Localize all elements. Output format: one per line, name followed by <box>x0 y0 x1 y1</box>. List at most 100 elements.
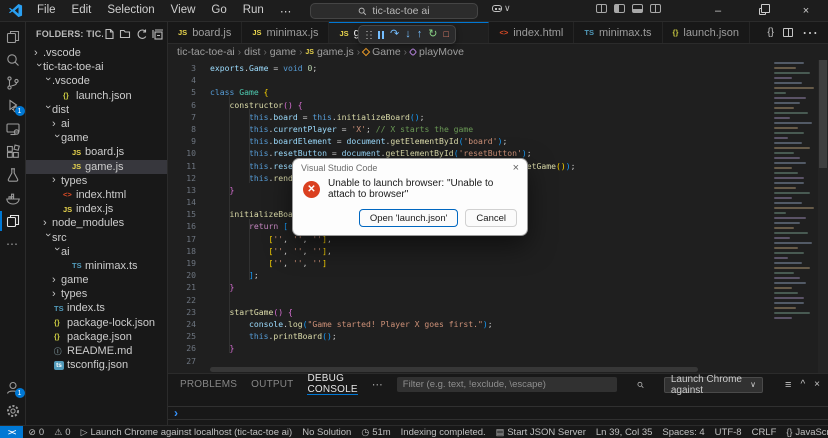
toggle-panel-icon[interactable] <box>632 4 643 13</box>
close-panel-icon[interactable]: × <box>814 379 820 390</box>
close-button[interactable]: × <box>784 0 828 22</box>
code-line-4[interactable]: 4 <box>168 74 768 86</box>
breadcrumb-tic-tac-toe-ai[interactable]: tic-tac-toe-ai <box>177 46 235 58</box>
activity-testing-button[interactable] <box>0 164 26 186</box>
code-line-8[interactable]: 8 this.currentPlayer = 'X'; // X starts … <box>168 123 768 135</box>
minimap[interactable] <box>772 62 818 365</box>
tree-item-ai[interactable]: ›ai <box>26 117 167 131</box>
tree-item-index.html[interactable]: <>index.html <box>26 188 167 202</box>
more-actions-icon[interactable]: ⋯ <box>802 23 818 43</box>
vertical-scrollbar[interactable] <box>818 60 828 373</box>
new-file-icon[interactable] <box>103 28 115 40</box>
status-debug[interactable]: ▷Launch Chrome against localhost (tic-ta… <box>76 426 298 438</box>
dialog-close-button[interactable]: × <box>513 162 519 174</box>
code-line-21[interactable]: 21 } <box>168 281 768 293</box>
refresh-icon[interactable] <box>135 28 147 40</box>
status-server[interactable]: ▤Start JSON Server <box>491 426 591 438</box>
tree-item-.vscode[interactable]: ›.vscode <box>26 46 167 60</box>
horizontal-scrollbar[interactable] <box>210 367 698 372</box>
activity-extensions-button[interactable] <box>0 141 26 163</box>
activity-docker-button[interactable] <box>0 187 26 209</box>
menu-view[interactable]: View <box>164 2 203 20</box>
tree-item-.vscode[interactable]: ›.vscode <box>26 74 167 88</box>
minimize-button[interactable]: – <box>696 0 740 22</box>
status-remote[interactable]: >< <box>0 426 23 438</box>
tree-item-game[interactable]: ›game <box>26 273 167 287</box>
menu-⋯[interactable]: ⋯ <box>273 2 299 20</box>
clear-console-icon[interactable]: ≡ <box>785 379 791 391</box>
menu-go[interactable]: Go <box>204 2 233 20</box>
menu-run[interactable]: Run <box>236 2 271 20</box>
status-no-solution[interactable]: No Solution <box>297 426 356 438</box>
tab-index.html[interactable]: <>index.html <box>489 22 574 43</box>
tree-item-src[interactable]: ›src <box>26 230 167 244</box>
tree-item-game.js[interactable]: JSgame.js <box>26 160 167 174</box>
tree-item-types[interactable]: ›types <box>26 287 167 301</box>
code-line-20[interactable]: 20 ]; <box>168 269 768 281</box>
customize-layout-icon[interactable] <box>596 4 607 13</box>
code-line-23[interactable]: 23 startGame() { <box>168 306 768 318</box>
pause-button[interactable] <box>378 31 384 39</box>
panel-more-actions[interactable]: ⋯ <box>372 378 383 391</box>
tree-item-tsconfig.json[interactable]: tstsconfig.json <box>26 358 167 372</box>
tree-item-package-lock.json[interactable]: {}package-lock.json <box>26 316 167 330</box>
step-over-button[interactable]: ↷ <box>390 29 399 40</box>
code-line-27[interactable]: 27 <box>168 355 768 367</box>
copilot-menu[interactable]: ∨ <box>492 3 511 14</box>
activity-more[interactable]: ⋯ <box>0 233 26 255</box>
command-center-search[interactable]: tic-tac-toe ai <box>310 3 478 19</box>
activity-source-control-button[interactable] <box>0 72 26 94</box>
tree-item-dist[interactable]: ›dist <box>26 103 167 117</box>
toggle-secondary-sidebar-icon[interactable] <box>650 4 661 13</box>
activity-settings-button[interactable] <box>0 400 26 422</box>
panel-tab-output[interactable]: OUTPUT <box>251 374 293 395</box>
breadcrumb-playMove[interactable]: playMove <box>410 46 464 58</box>
code-line-5[interactable]: 5class Game { <box>168 86 768 98</box>
code-line-19[interactable]: 19 ['', '', ''] <box>168 257 768 269</box>
code-line-9[interactable]: 9 this.boardElement = document.getElemen… <box>168 135 768 147</box>
activity-explorer-button[interactable] <box>0 26 26 48</box>
activity-pages-view-button[interactable] <box>0 210 26 232</box>
menu-file[interactable]: File <box>30 2 63 20</box>
tree-item-index.js[interactable]: JSindex.js <box>26 202 167 216</box>
status-clock[interactable]: ◷51m <box>356 426 395 438</box>
tree-item-ai[interactable]: ›ai <box>26 245 167 259</box>
maximize-panel-icon[interactable]: ^ <box>800 379 805 390</box>
breadcrumb[interactable]: tic-tac-toe-ai›dist›game›JSgame.js›Game›… <box>168 44 828 60</box>
restart-button[interactable]: ↻ <box>428 29 437 40</box>
status-indexing-completed-[interactable]: Indexing completed. <box>396 426 491 438</box>
stop-button[interactable]: □ <box>443 29 448 40</box>
activity-accounts-button[interactable]: 1 <box>0 377 26 399</box>
activity-search-button[interactable] <box>0 49 26 71</box>
collapse-all-icon[interactable] <box>151 28 163 40</box>
menu-edit[interactable]: Edit <box>65 2 99 20</box>
status-braces[interactable]: {}JavaScript <box>781 426 828 438</box>
tab-minimax.js[interactable]: JSminimax.js <box>242 22 329 43</box>
step-into-button[interactable]: ↓ <box>405 29 411 40</box>
panel-tab-problems[interactable]: PROBLEMS <box>180 374 237 395</box>
tree-item-game[interactable]: ›game <box>26 131 167 145</box>
tab-minimax.ts[interactable]: TSminimax.ts <box>574 22 662 43</box>
panel-tab-debug-console[interactable]: DEBUG CONSOLE <box>307 374 357 395</box>
split-editor-icon[interactable] <box>783 28 793 37</box>
status-crlf[interactable]: CRLF <box>747 426 782 438</box>
breadcrumb-game[interactable]: game <box>270 46 296 58</box>
menu-selection[interactable]: Selection <box>100 2 161 20</box>
code-line-24[interactable]: 24 console.log("Game started! Player X g… <box>168 318 768 330</box>
open-launch-json-button[interactable]: Open 'launch.json' <box>359 209 459 227</box>
tree-item-types[interactable]: ›types <box>26 174 167 188</box>
tree-item-README.md[interactable]: ⓘREADME.md <box>26 344 167 358</box>
activity-remote-explorer-button[interactable] <box>0 118 26 140</box>
debug-console-input[interactable]: › <box>168 406 828 420</box>
code-line-6[interactable]: 6 constructor() { <box>168 99 768 111</box>
code-line-18[interactable]: 18 ['', '', ''], <box>168 245 768 257</box>
debug-session-dropdown[interactable]: Launch Chrome against ∨ <box>664 377 763 393</box>
status-ln-39-col-35[interactable]: Ln 39, Col 35 <box>591 426 658 438</box>
code-line-26[interactable]: 26 } <box>168 342 768 354</box>
status-spaces-4[interactable]: Spaces: 4 <box>657 426 709 438</box>
tab-board.js[interactable]: JSboard.js <box>168 22 242 43</box>
status-utf-8[interactable]: UTF-8 <box>710 426 747 438</box>
tree-item-minimax.ts[interactable]: TSminimax.ts <box>26 259 167 273</box>
code-line-25[interactable]: 25 this.printBoard(); <box>168 330 768 342</box>
tree-item-index.ts[interactable]: TSindex.ts <box>26 301 167 315</box>
